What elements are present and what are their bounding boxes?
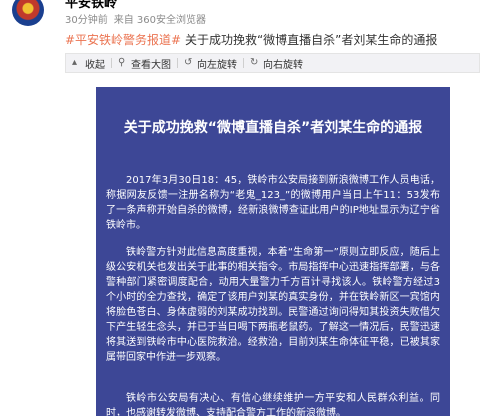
post-meta: 30分钟前 来自 360安全浏览器 [65,14,212,28]
view-large-label: 查看大图 [131,59,171,71]
rotate-left-label: 向左旋转 [197,59,237,71]
rotate-left-button[interactable]: ↺ 向左旋转 [178,54,243,72]
post-text: #平安铁岭警务报道# 关于成功挽救“微博直播自杀”者刘某生命的通报 [65,32,437,48]
rotate-right-icon: ↻ [250,57,259,68]
rotate-left-icon: ↺ [184,57,193,68]
notice-card: 关于成功挽救“微博直播自杀”者刘某生命的通报 2017年3月30日18：45，铁… [96,87,450,416]
post-title: 关于成功挽救“微博直播自杀”者刘某生命的通报 [184,33,438,47]
topic-tag[interactable]: #平安铁岭警务报道# [65,33,181,47]
notice-paragraph-2: 铁岭警方针对此信息高度重视，本着“生命第一”原则立即反应，随后上级公安机关也发出… [106,247,440,363]
image-toolbar: ▴ 收起 ⚲ 查看大图 ↺ 向左旋转 ↻ 向右旋转 [65,53,480,73]
avatar[interactable] [12,0,44,26]
post-header: 平安铁岭 30分钟前 来自 360安全浏览器 [0,0,492,32]
rotate-right-label: 向右旋转 [263,59,303,71]
collapse-button[interactable]: ▴ 收起 [66,54,111,72]
notice-title: 关于成功挽救“微博直播自杀”者刘某生命的通报 [123,120,423,136]
user-name[interactable]: 平安铁岭 [65,0,117,12]
notice-paragraph-1: 2017年3月30日18：45，铁岭市公安局接到新浪微博工作人员电话，称据网友反… [106,175,440,231]
collapse-label: 收起 [85,59,105,71]
post-time[interactable]: 30分钟前 [65,15,108,26]
notice-image[interactable]: 关于成功挽救“微博直播自杀”者刘某生命的通报 2017年3月30日18：45，铁… [65,73,480,416]
rotate-right-button[interactable]: ↻ 向右旋转 [244,54,309,72]
view-large-button[interactable]: ⚲ 查看大图 [112,54,177,72]
notice-paragraph-3: 铁岭市公安局有决心、有信心继续维护一方平安和人民群众利益。同时，也感谢转发微博、… [106,393,440,416]
collapse-icon: ▴ [72,57,78,68]
magnify-icon: ⚲ [118,57,126,68]
post-source: 来自 360安全浏览器 [113,15,206,26]
weibo-post: 平安铁岭 30分钟前 来自 360安全浏览器 #平安铁岭警务报道# 关于成功挽救“… [0,0,492,416]
